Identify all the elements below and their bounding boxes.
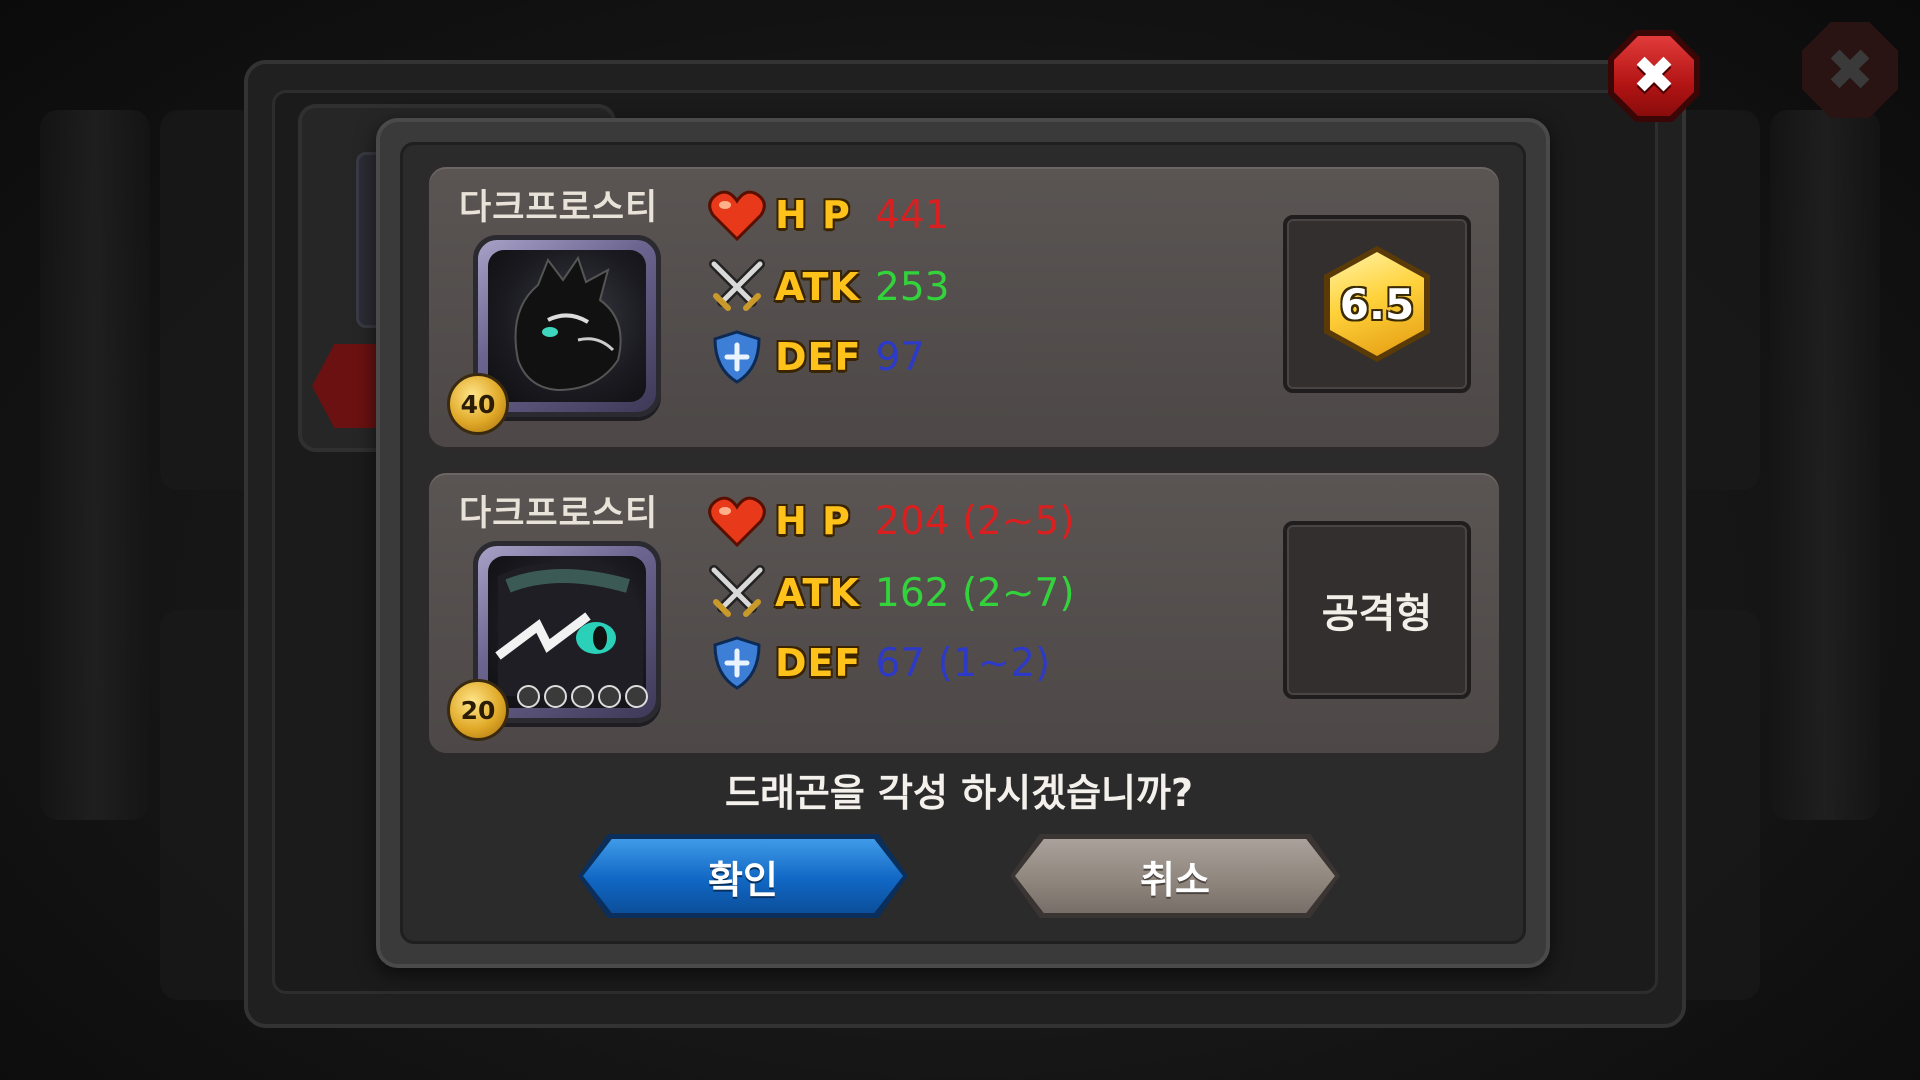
hp-value: 441 — [875, 192, 950, 238]
awaken-question: 드래곤을 각성 하시겠습니까? — [724, 771, 1194, 815]
crossed-swords-icon — [707, 563, 767, 623]
star-slot-icon — [625, 685, 648, 708]
heart-icon — [707, 185, 767, 245]
confirm-button-label: 확인 — [708, 857, 778, 902]
star-slot-icon — [544, 685, 567, 708]
hp-value: 204 (2~5) — [875, 498, 1075, 544]
def-label: DEF — [775, 641, 862, 685]
background-pillar-left — [40, 110, 150, 820]
atk-value: 253 — [875, 264, 950, 310]
def-value: 67 (1~2) — [875, 640, 1051, 686]
grade-box: 6.5 — [1283, 215, 1471, 393]
grade-hexagon-inner: 6.5 — [1330, 252, 1424, 356]
dragon-name: 다크프로스티 — [459, 494, 659, 534]
confirm-button[interactable]: 확인 — [578, 834, 908, 918]
grade-value: 6.5 — [1339, 279, 1415, 329]
dark-dragon-icon — [514, 255, 622, 392]
star-slot-icon — [517, 685, 540, 708]
atk-value: 162 (2~7) — [875, 570, 1075, 616]
dragon-card-current: 다크프로스티 40 H P 441 ATK 253 DEF 97 6.5 — [424, 162, 1504, 452]
close-button[interactable]: ✖ — [1608, 30, 1700, 122]
def-label: DEF — [775, 335, 862, 379]
cancel-button[interactable]: 취소 — [1010, 834, 1340, 918]
stat-row-atk: ATK 162 (2~7) — [707, 563, 1075, 623]
hp-label: H P — [775, 193, 851, 237]
stat-row-hp: H P 441 — [707, 185, 949, 245]
close-icon: ✖ — [1614, 36, 1694, 116]
stat-row-atk: ATK 253 — [707, 257, 949, 317]
shield-icon — [707, 327, 767, 387]
def-value: 97 — [875, 334, 926, 380]
shield-icon — [707, 633, 767, 693]
cancel-button-label: 취소 — [1140, 857, 1210, 902]
stat-row-def: DEF 67 (1~2) — [707, 633, 1050, 693]
star-slot-icon — [571, 685, 594, 708]
dragon-name: 다크프로스티 — [459, 188, 659, 228]
hp-label: H P — [775, 499, 851, 543]
heart-icon — [707, 491, 767, 551]
atk-label: ATK — [775, 571, 860, 615]
background-close-icon: ✖ — [1802, 22, 1898, 118]
level-badge: 20 — [447, 679, 509, 741]
dragon-card-awakened: 다크프로스티 20 H P 204 (2~5) ATK 162 (2~7) DE… — [424, 468, 1504, 758]
background-pillar-right — [1770, 110, 1880, 820]
star-slot-icon — [598, 685, 621, 708]
star-slots — [517, 685, 648, 708]
level-badge: 40 — [447, 373, 509, 435]
stat-row-hp: H P 204 (2~5) — [707, 491, 1075, 551]
atk-label: ATK — [775, 265, 860, 309]
grade-hexagon-icon: 6.5 — [1324, 246, 1430, 362]
dragon-type: 공격형 — [1321, 591, 1433, 637]
stat-row-def: DEF 97 — [707, 327, 925, 387]
type-box: 공격형 — [1283, 521, 1471, 699]
crossed-swords-icon — [707, 257, 767, 317]
